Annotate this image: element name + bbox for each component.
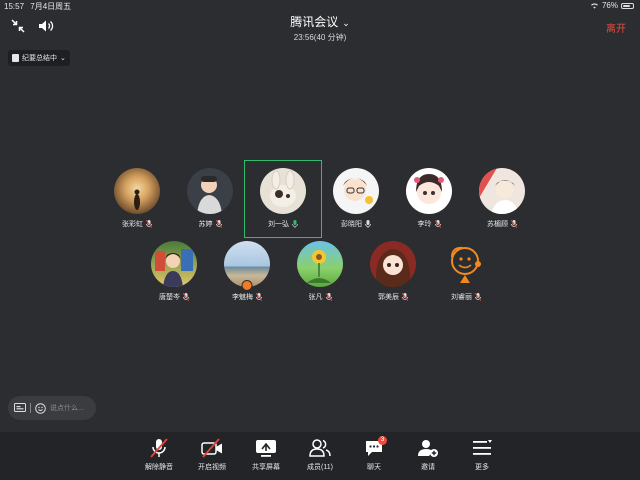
avatar <box>406 168 452 214</box>
participant-tile[interactable]: 张彩虹 <box>98 168 176 229</box>
participant-name: 彭晓阳 <box>341 221 362 228</box>
chat-unread-badge: 3 <box>378 436 387 445</box>
leave-button[interactable]: 离开 <box>606 20 626 35</box>
participant-tile[interactable]: 张凡 <box>281 241 359 302</box>
meeting-title-text: 腾讯会议 <box>290 15 339 29</box>
chat-label: 聊天 <box>367 464 381 471</box>
status-right: 76% <box>590 1 634 10</box>
chat-input[interactable]: 说点什么... <box>8 396 96 420</box>
more-label: 更多 <box>475 464 489 471</box>
status-date: 7月4日周五 <box>30 2 72 11</box>
share-screen-label: 共享屏幕 <box>252 464 280 471</box>
avatar <box>479 168 525 214</box>
members-label: 成员(11) <box>307 464 333 471</box>
mic-muted-icon <box>511 220 517 228</box>
participant-tile[interactable]: 李魅梅 <box>208 241 286 302</box>
invite-button[interactable]: 邀请 <box>404 438 452 472</box>
participant-name: 苏楣顾 <box>487 221 508 228</box>
status-bar: 15:57 7月4日周五 76% <box>0 0 640 12</box>
mic-icon <box>365 220 371 228</box>
chevron-down-icon: ⌄ <box>60 55 66 62</box>
avatar <box>370 241 416 287</box>
avatar <box>260 168 306 214</box>
participant-tile-active-speaker[interactable]: 刘一弘 <box>244 168 322 229</box>
mic-muted-icon <box>325 293 332 301</box>
start-video-button[interactable]: 开启视频 <box>188 438 236 472</box>
avatar <box>333 168 379 214</box>
meeting-title[interactable]: 腾讯会议 ⌄ <box>0 13 640 30</box>
camera-off-icon <box>201 438 222 458</box>
meeting-title-group[interactable]: 腾讯会议 ⌄ 23:56(40 分钟) <box>0 13 640 43</box>
share-screen-icon <box>256 440 276 457</box>
mic-muted-icon <box>183 293 189 301</box>
divider <box>30 403 31 413</box>
participant-name: 刘睿丽 <box>451 294 472 301</box>
mic-muted-icon <box>434 220 441 228</box>
wifi-icon <box>590 3 598 9</box>
meeting-duration: 23:56(40 分钟) <box>293 33 347 42</box>
start-video-label: 开启视频 <box>198 464 226 471</box>
share-screen-button[interactable]: 共享屏幕 <box>242 438 290 472</box>
participant-name: 刘一弘 <box>268 221 289 228</box>
unmute-label: 解除静音 <box>145 464 173 471</box>
more-icon <box>473 440 492 455</box>
summary-label: 纪要总结中 <box>22 55 57 62</box>
mic-muted-icon <box>256 293 262 301</box>
avatar <box>114 168 160 214</box>
members-icon <box>309 439 331 457</box>
avatar <box>297 241 343 287</box>
meeting-header: 腾讯会议 ⌄ 23:56(40 分钟) 离开 <box>0 12 640 42</box>
participant-name: 李魅梅 <box>232 294 253 301</box>
mic-speaking-icon <box>292 220 298 228</box>
participant-tile[interactable]: 郭美辰 <box>354 241 432 302</box>
avatar <box>443 241 489 287</box>
more-button[interactable]: 更多 <box>458 438 506 472</box>
participant-tile[interactable]: 苏婷 <box>171 168 249 229</box>
participant-name: 郭美辰 <box>378 294 399 301</box>
video-status-badge <box>241 280 253 291</box>
status-time: 15:57 <box>4 2 25 11</box>
participant-tile[interactable]: 李玲 <box>390 168 468 229</box>
status-time-date: 15:57 7月4日周五 <box>4 1 71 12</box>
mic-muted-icon <box>146 220 152 228</box>
participant-tile[interactable]: 彭晓阳 <box>317 168 395 229</box>
avatar <box>151 241 197 287</box>
battery-percent: 76% <box>601 1 618 10</box>
participant-tile[interactable]: 唐楚岑 <box>135 241 213 302</box>
participant-name: 李玲 <box>417 221 432 228</box>
mic-muted-icon <box>475 293 481 301</box>
chat-button[interactable]: 3 聊天 <box>350 436 398 472</box>
chevron-down-icon: ⌄ <box>342 18 350 28</box>
invite-label: 邀请 <box>421 464 435 471</box>
summary-status-button[interactable]: 纪要总结中 ⌄ <box>8 50 70 66</box>
participant-name: 唐楚岑 <box>159 294 180 301</box>
participant-tile[interactable]: 苏楣顾 <box>463 168 541 229</box>
participant-name: 苏婷 <box>198 221 213 228</box>
mic-muted-icon <box>150 438 168 458</box>
participant-name: 张彩虹 <box>122 221 143 228</box>
mic-muted-icon <box>402 293 408 301</box>
emoji-icon[interactable] <box>35 402 46 414</box>
document-icon <box>12 54 19 62</box>
chat-placeholder: 说点什么... <box>50 405 84 412</box>
participant-tile[interactable]: 刘睿丽 <box>427 241 505 302</box>
battery-icon <box>621 2 634 9</box>
avatar <box>224 241 270 291</box>
subtitle-icon[interactable] <box>14 403 26 413</box>
bottom-toolbar: 解除静音 开启视频 共享屏幕 成员(11) 3 聊天 邀请 更多 <box>0 432 640 480</box>
mic-muted-icon <box>215 220 222 228</box>
avatar <box>187 168 233 214</box>
unmute-button[interactable]: 解除静音 <box>135 438 183 472</box>
participant-name: 张凡 <box>308 294 323 301</box>
invite-icon <box>418 440 438 457</box>
members-button[interactable]: 成员(11) <box>296 438 344 472</box>
